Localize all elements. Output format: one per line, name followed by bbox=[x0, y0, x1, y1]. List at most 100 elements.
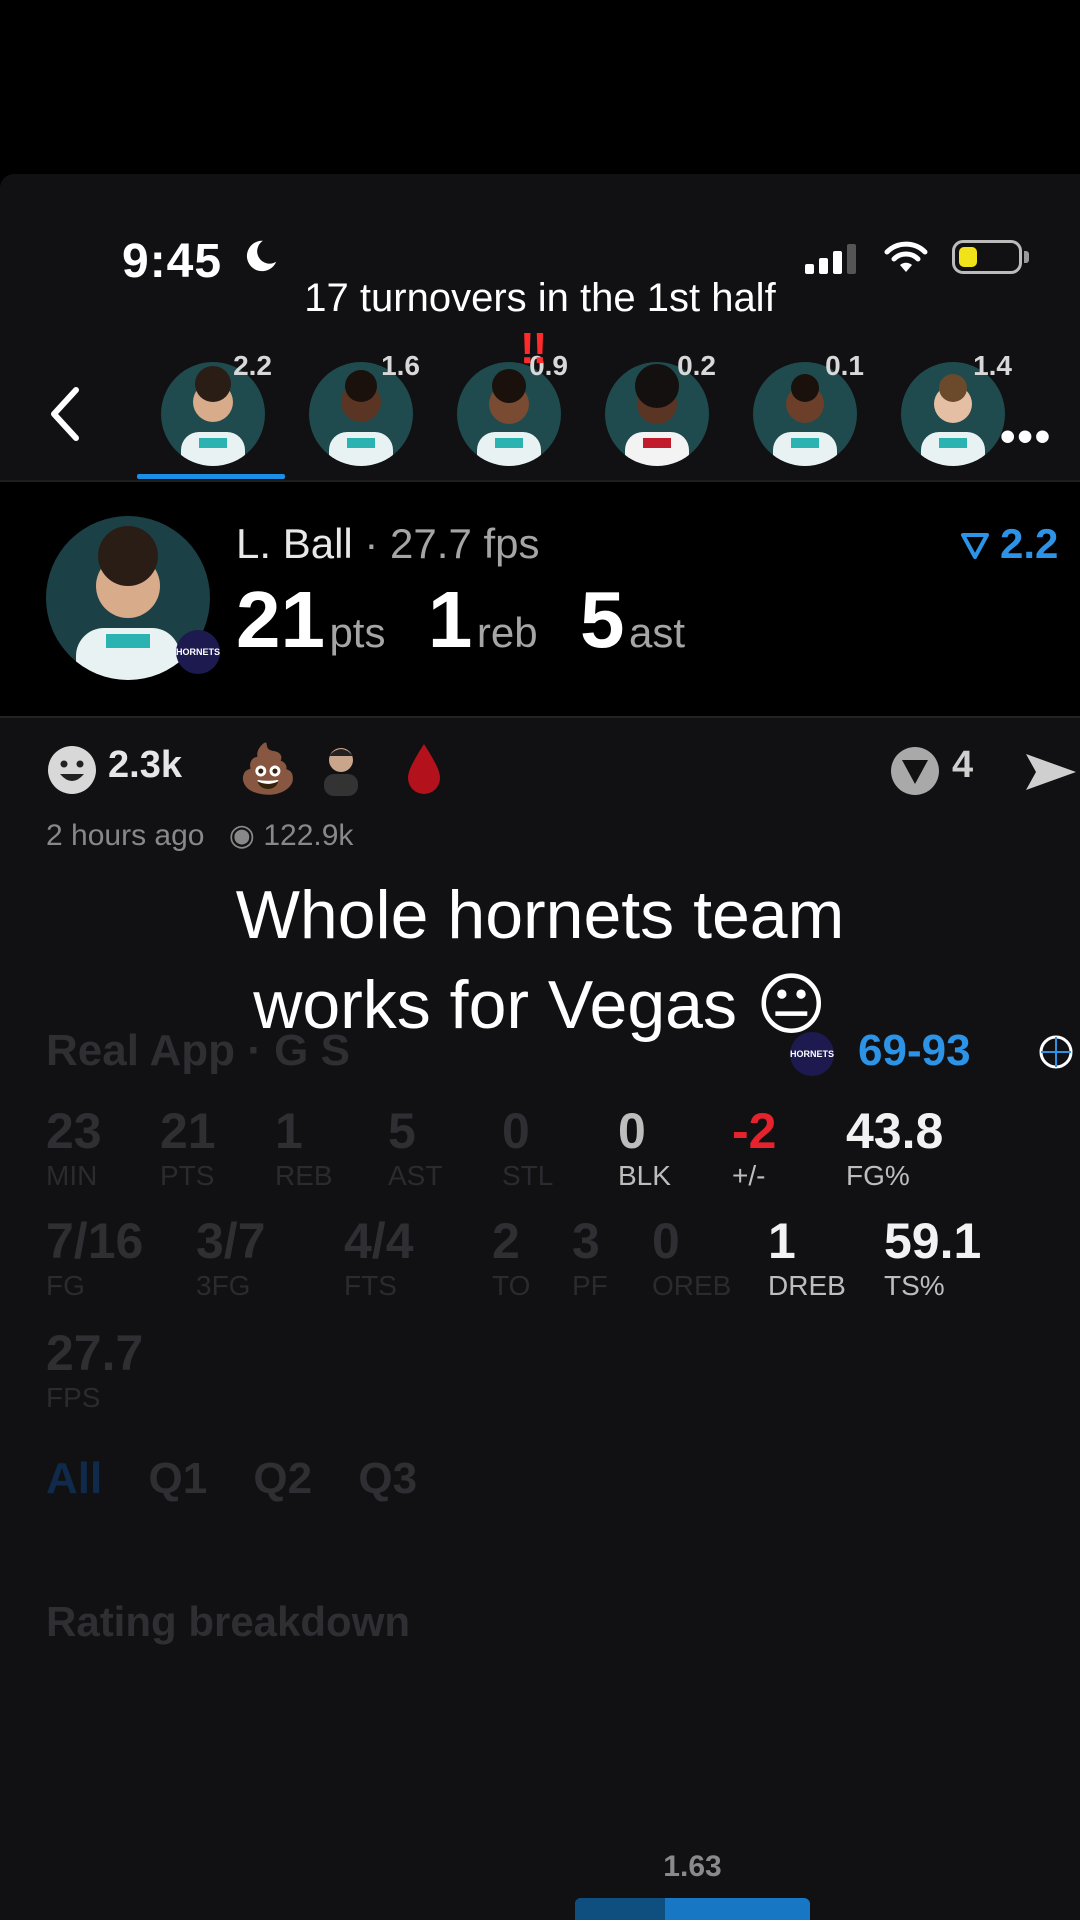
player-rating: 2.2 bbox=[233, 350, 272, 381]
stat-value: 3 bbox=[572, 1213, 600, 1269]
back-chevron-icon[interactable] bbox=[46, 384, 84, 444]
hero-name-text: L. Ball bbox=[236, 520, 353, 567]
rating-breakdown-heading: Rating breakdown bbox=[46, 1598, 411, 1645]
player-rating: 1.4 bbox=[973, 350, 1012, 381]
hero-pts-unit: pts bbox=[329, 609, 386, 656]
rating-bar-shade bbox=[575, 1898, 665, 1920]
wifi-icon bbox=[884, 241, 928, 272]
eye-icon: ◉ bbox=[228, 819, 255, 852]
video-caption-top: 17 turnovers in the 1st half bbox=[304, 276, 776, 320]
stat-value: 3/7 bbox=[196, 1213, 266, 1269]
post-meta: 2 hours ago ◉ 122.9k bbox=[46, 818, 353, 853]
post-time-ago: 2 hours ago bbox=[46, 819, 205, 852]
stat-value: 1 bbox=[275, 1103, 303, 1159]
stat-3fg: 3/7 3FG bbox=[196, 1212, 266, 1302]
stat-label: BLK bbox=[618, 1160, 671, 1191]
stat-label: TO bbox=[492, 1270, 531, 1301]
stat-value: 7/16 bbox=[46, 1213, 144, 1269]
tab-q1[interactable]: Q1 bbox=[148, 1454, 207, 1503]
stat-label: FG bbox=[46, 1270, 85, 1301]
stat-label: FPS bbox=[46, 1382, 101, 1413]
stat-value: 4/4 bbox=[344, 1213, 414, 1269]
hero-divider bbox=[0, 716, 1080, 718]
hero-stat-line: 21 pts 1 reb 5 ast bbox=[236, 574, 685, 666]
comment-count: 4 bbox=[952, 744, 974, 786]
stat-value: 43.8 bbox=[846, 1103, 944, 1159]
stat-label: OREB bbox=[652, 1270, 732, 1301]
send-icon[interactable] bbox=[1024, 750, 1078, 794]
stat-value: 59.1 bbox=[884, 1213, 982, 1269]
stat-ts-pct: 59.1 TS% bbox=[884, 1212, 981, 1302]
bar-value-label: 1.63 bbox=[663, 1850, 722, 1883]
stat-value: 1 bbox=[768, 1213, 796, 1269]
stat-value: 5 bbox=[388, 1103, 416, 1159]
hero-rating: 2.2 bbox=[1000, 520, 1059, 567]
smile-count: 2.3k bbox=[108, 744, 182, 786]
top-letterbox bbox=[0, 0, 1080, 176]
stat-reb: 1 REB bbox=[275, 1102, 333, 1192]
stat-value: 0 bbox=[618, 1103, 646, 1159]
hero-ast-value: 5 bbox=[580, 575, 625, 664]
stat-min: 23 MIN bbox=[46, 1102, 102, 1192]
stat-to: 2 TO bbox=[492, 1212, 530, 1302]
battery-tip bbox=[1024, 251, 1029, 263]
stat-label: 3FG bbox=[196, 1270, 251, 1301]
stat-fg-pct: 43.8 FG% bbox=[846, 1102, 943, 1192]
moon-icon bbox=[246, 240, 277, 272]
rating-arrow-icon bbox=[961, 533, 989, 559]
player-rating: 1.6 bbox=[381, 350, 420, 381]
exclamation-marks: !! bbox=[520, 324, 547, 373]
post-views: 122.9k bbox=[263, 819, 354, 852]
hero-pts-value: 21 bbox=[236, 575, 325, 664]
battery-icon bbox=[952, 240, 1022, 274]
stat-label: PF bbox=[572, 1270, 608, 1301]
tab-all[interactable]: All bbox=[46, 1454, 102, 1503]
hero-reb-value: 1 bbox=[427, 575, 473, 664]
hero-ast-unit: ast bbox=[628, 609, 686, 656]
stat-label: FG% bbox=[846, 1160, 910, 1191]
stat-label: MIN bbox=[46, 1160, 98, 1191]
period-tabs: All Q1 Q2 Q3 bbox=[46, 1454, 417, 1504]
person-reaction-icon[interactable] bbox=[316, 742, 366, 796]
rating-bar bbox=[575, 1898, 810, 1920]
tab-q2[interactable]: Q2 bbox=[253, 1454, 312, 1503]
stat-pts: 21 PTS bbox=[160, 1102, 216, 1192]
stat-label: DREB bbox=[768, 1270, 846, 1301]
stat-stl: 0 STL bbox=[502, 1102, 553, 1192]
comment-bubble-icon[interactable] bbox=[888, 744, 942, 798]
stat-pf: 3 PF bbox=[572, 1212, 608, 1302]
stat-value: 0 bbox=[652, 1213, 680, 1269]
stat-fps: 27.7 FPS bbox=[46, 1324, 143, 1414]
stat-value: -2 bbox=[732, 1103, 777, 1159]
stat-label: TS% bbox=[884, 1270, 945, 1301]
smile-reaction-icon[interactable] bbox=[46, 744, 98, 796]
hero-fps: · 27.7 fps bbox=[364, 520, 540, 567]
player-rating: 0.1 bbox=[825, 350, 864, 381]
app-screen: 9:45 17 turnovers in the 1st half 2.2 1.… bbox=[0, 174, 1080, 1920]
stat-plus-minus: -2 +/- bbox=[732, 1102, 776, 1192]
stat-label: FTS bbox=[344, 1270, 397, 1301]
stat-value: 23 bbox=[46, 1103, 102, 1159]
caption-line-1: Whole hornets team bbox=[235, 877, 845, 953]
stat-ast: 5 AST bbox=[388, 1102, 442, 1192]
hero-player-name: L. Ball · 27.7 fps bbox=[236, 520, 540, 568]
hero-reb-unit: reb bbox=[476, 609, 538, 656]
stat-value: 27.7 bbox=[46, 1325, 144, 1381]
caption-line-2: works for Vegas 😐 bbox=[253, 967, 827, 1043]
stat-label: STL bbox=[502, 1160, 554, 1191]
stat-label: AST bbox=[388, 1160, 443, 1191]
cellular-signal-icon bbox=[805, 244, 861, 274]
stat-blk: 0 BLK bbox=[618, 1102, 671, 1192]
blood-drop-icon[interactable] bbox=[404, 740, 444, 796]
poop-reaction-icon[interactable]: 💩 bbox=[238, 740, 298, 796]
video-overlay-caption: Whole hornets team works for Vegas 😐 bbox=[0, 870, 1080, 1050]
stat-label: REB bbox=[275, 1160, 333, 1191]
stat-fts: 4/4 FTS bbox=[344, 1212, 414, 1302]
tab-q3[interactable]: Q3 bbox=[358, 1454, 417, 1503]
selected-player-indicator bbox=[137, 474, 285, 479]
stat-oreb: 0 OREB bbox=[652, 1212, 731, 1302]
stat-value: 21 bbox=[160, 1103, 216, 1159]
stat-value: 0 bbox=[502, 1103, 530, 1159]
more-options-icon[interactable]: ••• bbox=[1000, 412, 1052, 462]
stat-fg: 7/16 FG bbox=[46, 1212, 143, 1302]
